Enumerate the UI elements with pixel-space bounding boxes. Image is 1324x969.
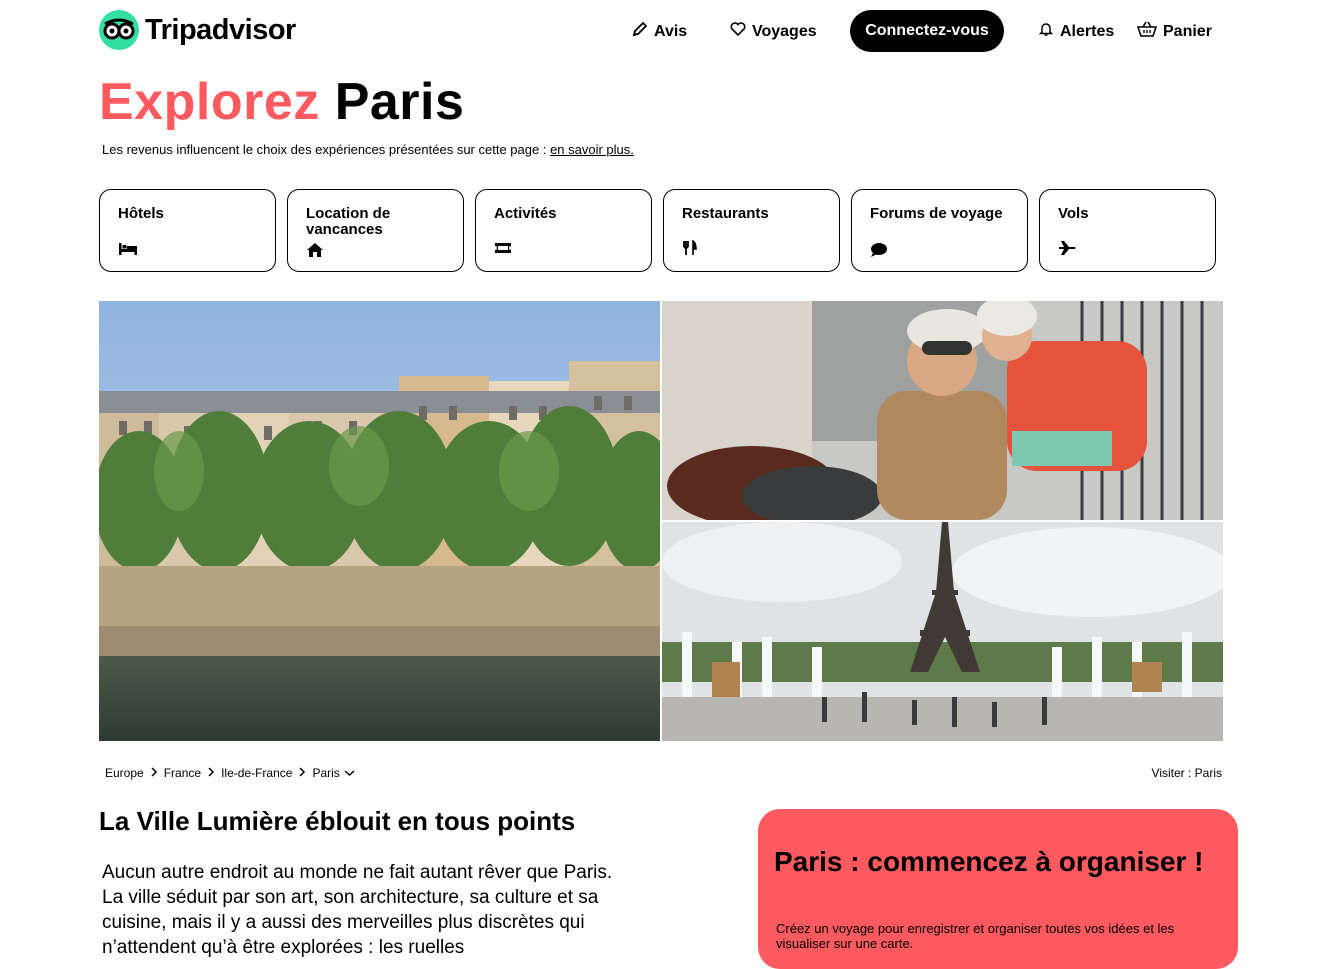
pencil-icon [632,21,648,42]
section-body: Aucun autre endroit au monde ne fait aut… [102,862,613,958]
section-title: La Ville Lumière éblouit en tous points [99,806,576,836]
plan-card-text: Créez un voyage pour enregistrer et orga… [776,921,1175,951]
breadcrumb-ile-de-france[interactable]: Ile-de-France [221,766,292,780]
learn-more-link[interactable]: en savoir plus. [550,142,634,157]
nav-voyages[interactable]: Voyages [730,21,817,42]
category-restaurants[interactable]: Restaurants [663,189,840,272]
chat-bubble-icon [870,242,890,258]
seine-riverbank-photo[interactable] [99,301,660,741]
sidecar-tour-photo[interactable] [662,301,1223,520]
eiffel-tower-photo[interactable] [662,522,1223,741]
chevron-down-icon[interactable] [344,766,355,780]
connect-button[interactable]: Connectez-vous [850,10,1004,52]
category-label: Activités [494,205,557,222]
category-label: Hôtels [118,205,164,222]
category-hotels[interactable]: Hôtels [99,189,276,272]
fork-knife-icon [682,239,702,256]
tripadvisor-logo[interactable]: Tripadvisor [99,10,296,50]
house-icon [306,242,326,258]
nav-panier-label: Panier [1163,22,1212,40]
plan-trip-card[interactable]: Paris : commencez à organiser ! Créez un… [758,809,1238,969]
page-title: Explorez Paris [99,72,464,132]
category-label: Restaurants [682,205,769,222]
category-activities[interactable]: Activités [475,189,652,272]
visit-label: Visiter : Paris [1151,766,1222,780]
category-vacation-rentals[interactable]: Location de vancances [287,189,464,272]
category-label: Forums de voyage [870,205,1003,222]
owl-logo-icon [99,10,139,50]
nav-avis[interactable]: Avis [632,21,687,42]
chevron-right-icon [207,766,215,780]
breadcrumb-europe[interactable]: Europe [105,766,144,780]
plan-card-title: Paris : commencez à organiser ! [774,846,1204,877]
nav-alertes[interactable]: Alertes [1038,21,1114,42]
page-title-city: Paris [334,73,465,131]
bed-icon [118,240,138,256]
breadcrumb-paris[interactable]: Paris [312,766,339,780]
ticket-icon [494,240,514,256]
nav-avis-label: Avis [654,22,688,40]
breadcrumb: Europe France Ile-de-France Paris [105,766,355,780]
nav-alertes-label: Alertes [1060,22,1115,40]
category-cards: Hôtels Location de vancances Activités R… [99,189,1216,272]
page-title-accent: Explorez [99,73,320,131]
plane-icon [1058,240,1078,256]
disclaimer-text: Les revenus influencent le choix des exp… [102,142,547,157]
category-flights[interactable]: Vols [1039,189,1216,272]
chevron-right-icon [298,766,306,780]
category-label: Vols [1058,205,1089,222]
nav-panier[interactable]: Panier [1136,21,1212,42]
breadcrumb-france[interactable]: France [164,766,201,780]
category-label: Location de vancances [306,205,391,238]
revenue-disclaimer: Les revenus influencent le choix des exp… [102,142,634,157]
basket-icon [1136,21,1158,42]
chevron-right-icon [150,766,158,780]
bell-icon [1038,21,1054,42]
category-forums[interactable]: Forums de voyage [851,189,1028,272]
nav-voyages-label: Voyages [752,22,817,40]
heart-icon [730,21,746,42]
logo-wordmark: Tripadvisor [145,13,296,46]
